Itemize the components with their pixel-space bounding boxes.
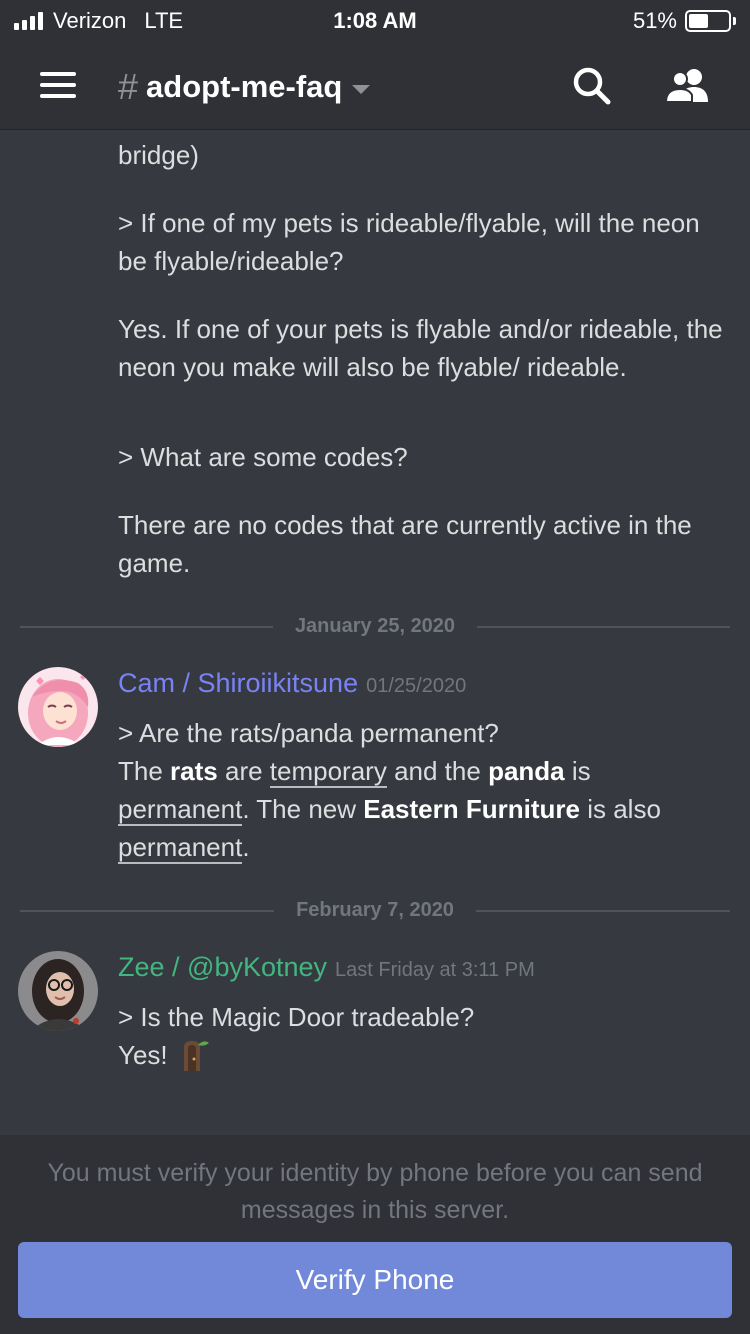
verify-notice: You must verify your identity by phone b… <box>47 1159 703 1224</box>
message-header: Zee / @byKotney Last Friday at 3:11 PM <box>118 952 535 983</box>
avatar[interactable] <box>18 667 98 747</box>
message-text: There are no codes that are currently ac… <box>118 510 692 578</box>
underlined-text: permanent <box>118 832 243 864</box>
battery-percent: 51% <box>632 8 677 33</box>
door-emoji-icon <box>183 1041 209 1071</box>
underlined-text: permanent <box>118 794 243 826</box>
channel-name: adopt-me-faq <box>146 69 343 104</box>
message-header: Cam / Shiroiikitsune 01/25/2020 <box>118 668 466 699</box>
battery-tip <box>733 17 736 25</box>
message-reply: Yes! <box>118 1040 168 1070</box>
channel-title[interactable]: # adopt-me-faq <box>118 66 371 108</box>
hash-icon: # <box>118 66 139 107</box>
message-text: > If one of my pets is rideable/flyable,… <box>118 208 700 276</box>
author-name[interactable]: Zee / @byKotney <box>118 952 327 983</box>
verify-banner: You must verify your identity by phone b… <box>0 1135 750 1334</box>
message-text: > Are the rats/panda permanent? <box>118 718 499 748</box>
date-divider: January 25, 2020 <box>0 615 750 638</box>
menu-icon[interactable] <box>40 72 76 98</box>
date-divider: February 7, 2020 <box>0 899 750 922</box>
timestamp: 01/25/2020 <box>366 675 467 697</box>
message-text: > What are some codes? <box>118 442 408 472</box>
avatar[interactable] <box>18 951 98 1031</box>
underlined-text: temporary <box>269 756 387 788</box>
chevron-down-icon <box>352 84 371 94</box>
status-bar: Verizon LTE 1:08 AM 51% <box>0 0 750 40</box>
timestamp: Last Friday at 3:11 PM <box>335 959 535 981</box>
battery-status: 51% <box>633 8 736 34</box>
battery-icon <box>685 10 731 32</box>
members-icon[interactable] <box>664 64 712 108</box>
message-text: The rats are temporary and the panda is … <box>118 756 661 864</box>
battery-level-fill <box>689 14 709 28</box>
channel-header: # adopt-me-faq <box>0 40 750 130</box>
verify-phone-button[interactable]: Verify Phone <box>18 1242 732 1318</box>
message-text: Yes. If one of your pets is flyable and/… <box>118 314 723 382</box>
message-text: bridge) <box>118 140 199 170</box>
message-list[interactable]: bridge) > If one of my pets is rideable/… <box>0 130 750 1135</box>
message-text: > Is the Magic Door tradeable? <box>118 1002 475 1032</box>
author-name[interactable]: Cam / Shiroiikitsune <box>118 668 358 699</box>
message-text: Yes! <box>118 1036 728 1074</box>
search-icon[interactable] <box>570 64 614 108</box>
